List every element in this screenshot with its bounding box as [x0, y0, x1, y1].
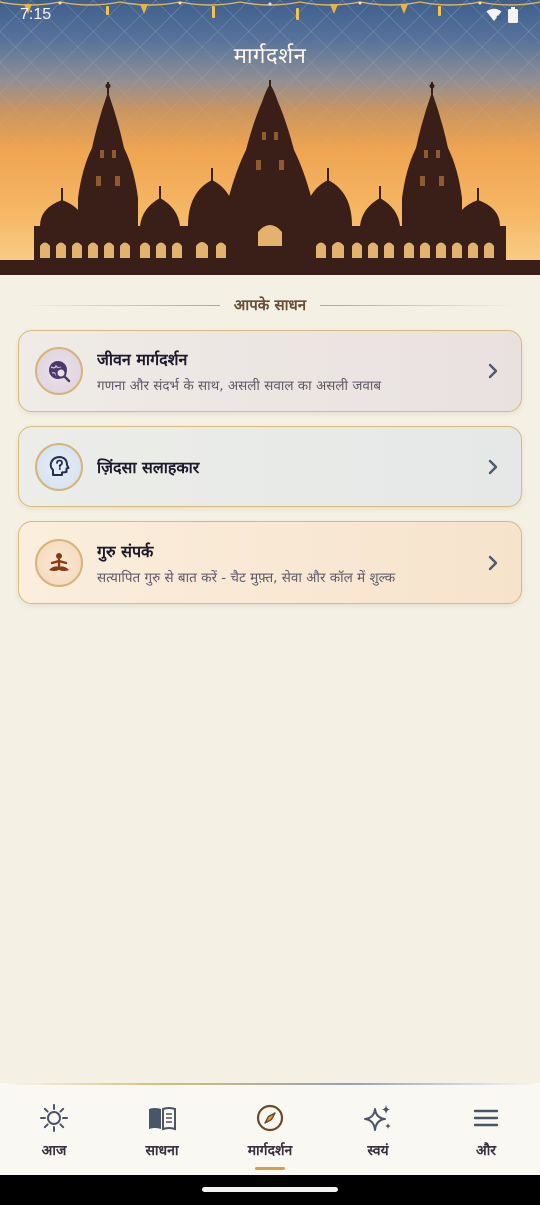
- divider-right: [320, 304, 517, 306]
- temple-silhouette-image: [0, 80, 540, 275]
- home-gesture-handle[interactable]: [202, 1187, 338, 1192]
- nav-item-svayam[interactable]: स्वयं: [324, 1083, 432, 1175]
- menu-icon: [473, 1109, 499, 1127]
- card-jeevan-margdarshan[interactable]: जीवन मार्गदर्शन गणना और संदर्भ के साथ, अ…: [18, 330, 522, 412]
- meditation-icon: [35, 538, 83, 587]
- page-title: मार्गदर्शन: [233, 44, 307, 69]
- active-tab-indicator: [255, 1167, 285, 1170]
- divider-left: [24, 304, 220, 306]
- head-question-icon: [35, 442, 83, 491]
- chevron-right-icon: [488, 459, 498, 474]
- nav-label: और: [475, 1143, 497, 1159]
- bottom-navigation: आज साधना मार्गदर्शन स्वयं और: [0, 1083, 540, 1175]
- section-heading: आपके साधन: [24, 295, 517, 315]
- sun-icon: [40, 1104, 68, 1132]
- section-heading-label: आपके साधन: [233, 296, 307, 314]
- system-gesture-bar: [0, 1175, 540, 1205]
- wifi-icon: [486, 8, 502, 21]
- status-time: 7:15: [20, 6, 52, 23]
- nav-label: मार्गदर्शन: [247, 1143, 293, 1159]
- card-title: जीवन मार्गदर्शन: [97, 350, 188, 369]
- battery-icon: [508, 7, 518, 23]
- globe-search-icon: [35, 347, 83, 395]
- chevron-right-icon: [488, 363, 498, 379]
- card-subtitle: सत्यापित गुरु से बात करें - चैट मुफ़्त, …: [97, 569, 396, 586]
- nav-item-sadhana[interactable]: साधना: [108, 1083, 216, 1175]
- nav-label: साधना: [145, 1143, 179, 1159]
- card-subtitle: गणना और संदर्भ के साथ, असली सवाल का असली…: [97, 378, 382, 394]
- nav-label: स्वयं: [367, 1143, 389, 1159]
- nav-label: आज: [41, 1143, 67, 1159]
- nav-item-margdarshan[interactable]: मार्गदर्शन: [216, 1083, 324, 1175]
- card-guru-sampark[interactable]: गुरु संपर्क सत्यापित गुरु से बात करें - …: [18, 521, 522, 604]
- header-banner: 7:15 मार्गदर्शन: [0, 0, 540, 275]
- book-icon: [149, 1107, 176, 1131]
- sparkles-icon: [364, 1105, 391, 1131]
- card-title: ज़िंदसा सलाहकार: [97, 457, 200, 477]
- card-zindasa-salahkar[interactable]: ज़िंदसा सलाहकार: [18, 426, 522, 507]
- status-bar: 7:15: [0, 0, 540, 30]
- compass-icon: [256, 1104, 284, 1132]
- chevron-right-icon: [488, 555, 498, 570]
- nav-item-aur[interactable]: और: [432, 1083, 540, 1175]
- nav-item-aaj[interactable]: आज: [0, 1083, 108, 1175]
- card-title: गुरु संपर्क: [97, 541, 154, 561]
